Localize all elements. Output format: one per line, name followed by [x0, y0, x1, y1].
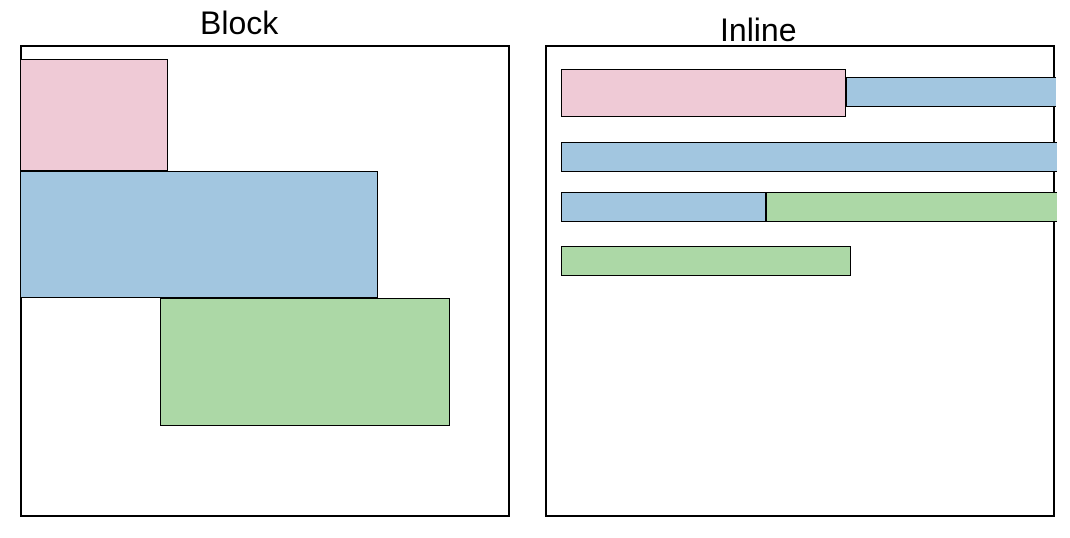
- block-box-pink: [20, 59, 168, 171]
- inline-box-pink: [561, 69, 846, 117]
- inline-box-green-segment-1: [766, 192, 1057, 222]
- inline-box-blue-segment-1: [846, 77, 1056, 107]
- inline-layout-panel: [545, 45, 1055, 517]
- inline-box-blue-segment-3: [561, 192, 766, 222]
- inline-box-green-segment-2: [561, 246, 851, 276]
- inline-box-blue-segment-2: [561, 142, 1057, 172]
- block-box-blue: [20, 171, 378, 298]
- block-panel-title: Block: [200, 5, 278, 42]
- inline-panel-title: Inline: [720, 12, 797, 49]
- block-box-green: [160, 298, 450, 426]
- block-layout-panel: [20, 45, 510, 517]
